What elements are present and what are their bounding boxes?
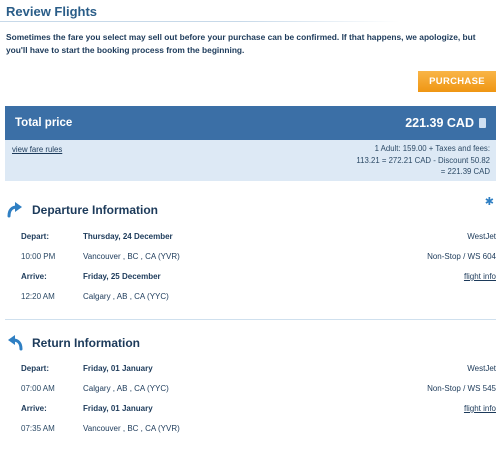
- depart-date: Thursday, 24 December: [83, 232, 173, 241]
- departure-header: Departure Information: [6, 201, 158, 219]
- return-depart-row: Depart: Friday, 01 January WestJet: [0, 364, 500, 378]
- purchase-button[interactable]: PURCHASE: [418, 71, 496, 92]
- fare-breakdown: 1 Adult: 159.00 + Taxes and fees: 113.21…: [260, 143, 490, 178]
- arrive-time: 12:20 AM: [21, 292, 55, 301]
- depart-airport: Vancouver , BC , CA (YVR): [83, 252, 180, 261]
- departure-title: Departure Information: [32, 203, 159, 217]
- arrive-date: Friday, 25 December: [83, 272, 161, 281]
- departure-arrive-row: Arrive: Friday, 25 December flight info: [0, 272, 500, 286]
- departure-from-row: 10:00 PM Vancouver , BC , CA (YVR) Non-S…: [0, 252, 500, 266]
- departure-to-row: 12:20 AM Calgary , AB , CA (YYC): [0, 292, 500, 306]
- fare-details: view fare rules 1 Adult: 159.00 + Taxes …: [5, 140, 496, 181]
- flight-number: Non-Stop / WS 545: [427, 384, 496, 393]
- fare-breakdown-line: 113.21 = 272.21 CAD - Discount 50.82: [356, 155, 490, 165]
- depart-time: 07:00 AM: [21, 384, 55, 393]
- departure-depart-row: Depart: Thursday, 24 December WestJet: [0, 232, 500, 246]
- fare-breakdown-line: 1 Adult: 159.00 + Taxes and fees:: [374, 144, 490, 153]
- arrive-airport: Vancouver , BC , CA (YVR): [83, 424, 180, 433]
- return-from-row: 07:00 AM Calgary , AB , CA (YYC) Non-Sto…: [0, 384, 500, 398]
- return-title: Return Information: [32, 336, 140, 350]
- flight-info-link[interactable]: flight info: [464, 272, 496, 281]
- total-price-bar: Total price 221.39 CAD: [5, 106, 496, 140]
- arrive-time: 07:35 AM: [21, 424, 55, 433]
- fare-breakdown-line: = 221.39 CAD: [440, 167, 490, 176]
- depart-airport: Calgary , AB , CA (YYC): [83, 384, 169, 393]
- arrive-label: Arrive:: [21, 272, 47, 281]
- total-price-label: Total price: [15, 117, 73, 129]
- departure-arrow-icon: [7, 202, 22, 218]
- sellout-warning: Sometimes the fare you select may sell o…: [6, 32, 476, 55]
- plane-icon: ✱: [484, 196, 494, 208]
- currency-icon: [479, 118, 486, 128]
- arrive-date: Friday, 01 January: [83, 404, 153, 413]
- return-header: Return Information: [6, 334, 140, 352]
- page-title: Review Flights: [6, 4, 98, 19]
- return-arrow-icon: [8, 335, 23, 351]
- airline-name: WestJet: [467, 232, 496, 241]
- depart-time: 10:00 PM: [21, 252, 56, 261]
- arrive-label: Arrive:: [21, 404, 47, 413]
- flight-number: Non-Stop / WS 604: [427, 252, 496, 261]
- arrive-airport: Calgary , AB , CA (YYC): [83, 292, 169, 301]
- view-fare-rules-link[interactable]: view fare rules: [12, 145, 62, 154]
- return-to-row: 07:35 AM Vancouver , BC , CA (YVR): [0, 424, 500, 438]
- depart-label: Depart:: [21, 364, 50, 373]
- title-underline: [0, 21, 400, 22]
- total-price-amount: 221.39 CAD: [405, 116, 474, 130]
- depart-label: Depart:: [21, 232, 50, 241]
- return-arrive-row: Arrive: Friday, 01 January flight info: [0, 404, 500, 418]
- depart-date: Friday, 01 January: [83, 364, 153, 373]
- flight-info-link[interactable]: flight info: [464, 404, 496, 413]
- section-divider: [5, 319, 496, 320]
- airline-name: WestJet: [467, 364, 496, 373]
